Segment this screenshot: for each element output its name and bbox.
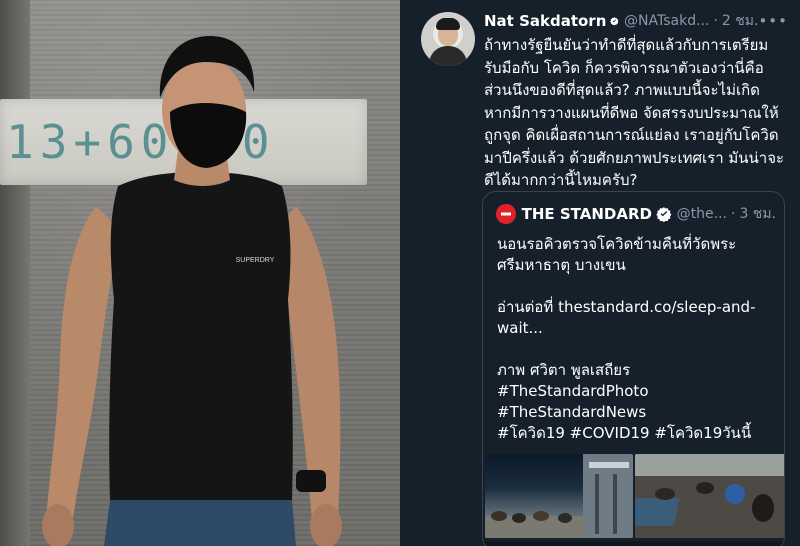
quoted-tweet-media[interactable] xyxy=(483,454,784,546)
tweet-time[interactable]: 2 ชม. xyxy=(722,10,759,32)
quoted-tweet-text: นอนรอคิวตรวจโควิดข้ามคืนที่วัดพระ ศรีมหา… xyxy=(497,234,781,444)
tweet[interactable]: Nat Sakdatorn @NATsakd... · 2 ชม. ••• ถ้… xyxy=(402,0,800,546)
tweet-header: Nat Sakdatorn @NATsakd... · 2 ชม. ••• xyxy=(484,11,792,31)
hashtag-line[interactable]: #TheStandardNews xyxy=(497,402,781,423)
night-queue-image xyxy=(485,454,633,538)
logo-mark-icon xyxy=(500,212,511,216)
more-options-icon[interactable]: ••• xyxy=(758,12,788,30)
hashtag-line[interactable]: #TheStandardPhoto xyxy=(497,381,781,402)
author-name[interactable]: Nat Sakdatorn xyxy=(484,12,606,30)
sleeping-crowd-image xyxy=(635,454,784,538)
the-standard-logo xyxy=(496,204,516,224)
separator-dot: · xyxy=(731,206,736,222)
tweet-text: ถ้าทางรัฐยืนยันว่าทำดีที่สุดแล้วกับการเต… xyxy=(484,36,785,189)
photo-credit: ภาพ ศวิตา พูลเสถียร xyxy=(497,361,631,379)
quoted-tweet[interactable]: THE STANDARD @the... · 3 ชม. นอนรอคิวตรว… xyxy=(482,191,785,546)
hashtag-line[interactable]: #โควิด19 #COVID19 #โควิด19วันนี้ xyxy=(497,423,781,444)
verified-badge-icon xyxy=(656,207,672,222)
quoted-author-name[interactable]: THE STANDARD xyxy=(522,205,652,223)
quoted-tweet-header: THE STANDARD @the... · 3 ชม. xyxy=(496,204,776,224)
separator-dot: · xyxy=(713,13,718,29)
article-link[interactable]: อ่านต่อที่ thestandard.co/sleep-and- xyxy=(497,297,781,318)
verified-badge-icon xyxy=(610,17,619,26)
tweet-photo[interactable]: 13+60 00 SUPERDRY xyxy=(0,0,400,546)
quoted-author-handle[interactable]: @the... xyxy=(677,206,727,222)
more-media-strip xyxy=(483,541,784,546)
person-figure: SUPERDRY xyxy=(42,36,342,546)
media-image[interactable] xyxy=(635,454,784,538)
avatar[interactable] xyxy=(421,12,475,66)
quoted-text-line: นอนรอคิวตรวจโควิดข้ามคืนที่วัดพระ xyxy=(497,235,737,253)
author-handle[interactable]: @NATsakd... xyxy=(624,13,709,29)
quoted-text-line: ศรีมหาธาตุ บางเขน xyxy=(497,256,626,274)
quoted-tweet-time[interactable]: 3 ชม. xyxy=(739,203,776,225)
article-link[interactable]: wait... xyxy=(497,318,781,339)
shirt-brand-text: SUPERDRY xyxy=(236,257,275,264)
media-image[interactable] xyxy=(485,454,633,538)
